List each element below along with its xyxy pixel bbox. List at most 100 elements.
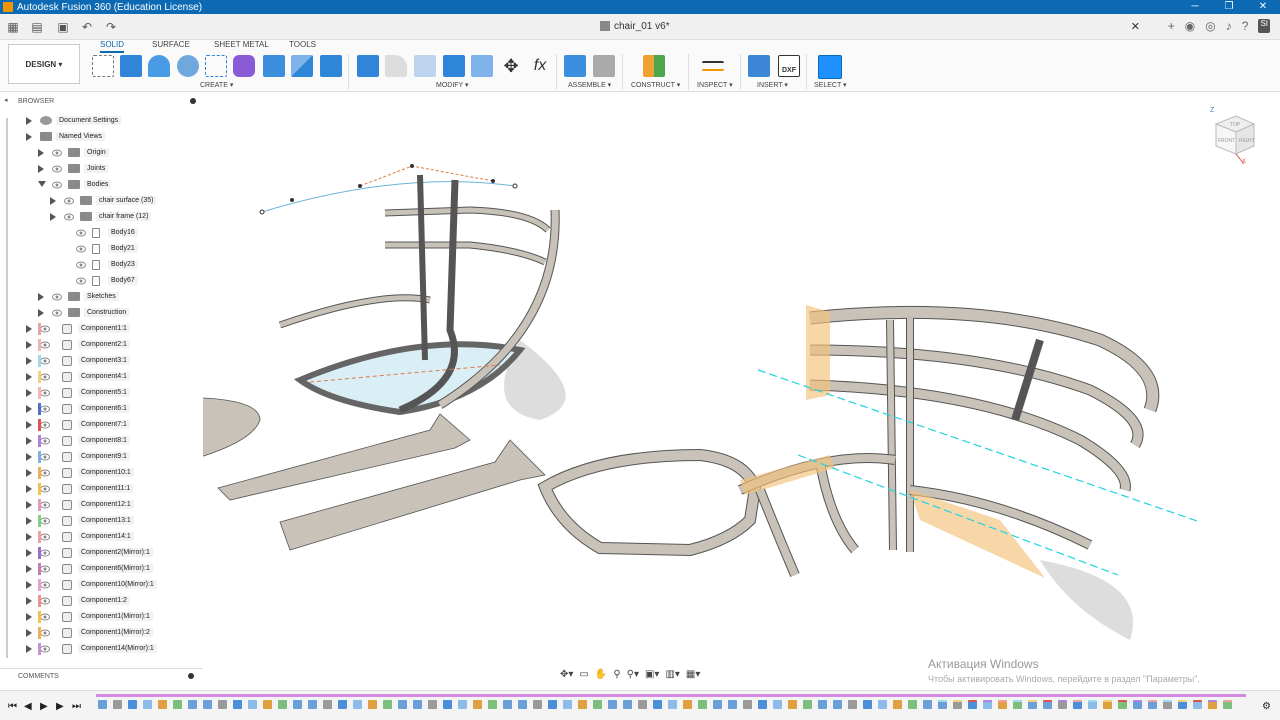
browser-item[interactable]: Named Views [0,130,200,144]
browser-item[interactable]: Construction [0,306,200,320]
notifications-icon[interactable]: ♪ [1226,19,1232,33]
visibility-eye-icon[interactable] [64,212,74,221]
visibility-eye-icon[interactable] [40,324,50,333]
timeline-feature[interactable] [1028,700,1037,709]
timeline-track[interactable] [96,694,1246,697]
group-construct[interactable]: CONSTRUCT ▾ [631,81,680,89]
timeline-feature[interactable] [593,700,602,709]
new-tab-icon[interactable]: + [1168,19,1175,33]
timeline-feature[interactable] [128,700,137,709]
timeline-feature[interactable] [923,700,932,709]
browser-item[interactable]: Sketches [0,290,200,304]
timeline-feature[interactable] [653,700,662,709]
expand-icon[interactable] [26,533,32,541]
browser-item[interactable]: Component14:1 [0,530,200,544]
timeline-feature[interactable] [878,700,887,709]
play-icon[interactable]: ▶ [40,701,48,712]
insert-dxf-icon[interactable]: DXF [778,55,800,77]
model-canvas[interactable] [119,94,1280,689]
timeline-feature[interactable] [863,700,872,709]
go-to-end-icon[interactable]: ⏭ [72,701,81,712]
timeline-feature[interactable] [908,700,917,709]
visibility-eye-icon[interactable] [40,580,50,589]
comments-add-icon[interactable] [188,673,194,679]
timeline-feature[interactable] [893,700,902,709]
timeline-feature[interactable] [833,700,842,709]
timeline-feature[interactable] [188,700,197,709]
timeline-feature[interactable] [1043,700,1052,709]
timeline-feature[interactable] [338,700,347,709]
expand-icon[interactable] [26,565,32,573]
grid-settings-icon[interactable]: ▥▾ [665,669,679,683]
file-icon[interactable]: ▤ [30,20,44,34]
expand-icon[interactable] [26,437,32,445]
timeline-feature[interactable] [998,700,1007,709]
browser-item[interactable]: chair frame (12) [0,210,200,224]
browser-item[interactable]: Component4:1 [0,370,200,384]
joint-icon[interactable] [593,55,615,77]
timeline-feature[interactable] [563,700,572,709]
tab-surface[interactable]: SURFACE [152,40,190,49]
timeline-feature[interactable] [278,700,287,709]
browser-item[interactable]: Component3:1 [0,354,200,368]
expand-icon[interactable] [38,165,44,173]
expand-icon[interactable] [26,133,32,141]
visibility-eye-icon[interactable] [40,644,50,653]
expand-icon[interactable] [26,517,32,525]
expand-icon[interactable] [38,149,44,157]
extensions-icon[interactable]: ◉ [1185,19,1195,33]
undo-icon[interactable]: ↶ [80,20,94,34]
visibility-eye-icon[interactable] [40,388,50,397]
parameters-icon[interactable]: fx [529,55,551,77]
browser-item[interactable]: Component9:1 [0,450,200,464]
tab-sheet-metal[interactable]: SHEET METAL [214,40,269,49]
timeline-feature[interactable] [758,700,767,709]
sketch-control-polygon[interactable] [359,165,494,187]
visibility-eye-icon[interactable] [40,404,50,413]
browser-item[interactable]: Component6(Mirror):1 [0,562,200,576]
timeline-feature[interactable] [383,700,392,709]
timeline-feature[interactable] [488,700,497,709]
browser-item[interactable]: Component11:1 [0,482,200,496]
visibility-eye-icon[interactable] [40,548,50,557]
timeline-feature[interactable] [578,700,587,709]
browser-item[interactable]: Body21 [0,242,200,256]
visibility-eye-icon[interactable] [40,516,50,525]
expand-icon[interactable] [38,293,44,301]
expand-icon[interactable] [26,613,32,621]
form-icon[interactable] [233,55,255,77]
expand-icon[interactable] [26,373,32,381]
box-icon[interactable] [320,55,342,77]
timeline-feature[interactable] [518,700,527,709]
viewports-icon[interactable]: ▦▾ [686,669,700,683]
timeline-feature[interactable] [143,700,152,709]
timeline-feature[interactable] [1088,700,1097,709]
timeline-feature[interactable] [1223,700,1232,709]
timeline-feature[interactable] [533,700,542,709]
expand-icon[interactable] [50,197,56,205]
measure-icon[interactable] [702,61,724,71]
revolve-icon[interactable] [148,55,170,77]
step-back-icon[interactable]: ◀ [24,701,32,712]
expand-icon[interactable] [26,389,32,397]
minimize-button[interactable]: ─ [1178,0,1212,14]
visibility-eye-icon[interactable] [40,484,50,493]
canvas-viewport[interactable] [119,94,1280,689]
browser-item[interactable]: Body67 [0,274,200,288]
expand-icon[interactable] [26,357,32,365]
timeline-feature[interactable] [218,700,227,709]
look-at-icon[interactable]: ▭ [579,669,588,683]
expand-icon[interactable] [26,581,32,589]
timeline-feature[interactable] [698,700,707,709]
construction-axis[interactable] [797,454,1119,576]
combine-bodies-icon[interactable] [443,55,465,77]
close-tab-icon[interactable]: ✕ [1131,20,1140,33]
expand-icon[interactable] [26,501,32,509]
pattern-icon[interactable] [205,55,227,77]
timeline-feature[interactable] [233,700,242,709]
visibility-eye-icon[interactable] [76,276,86,285]
browser-item[interactable]: Component6:1 [0,402,200,416]
timeline-feature[interactable] [308,700,317,709]
expand-icon[interactable] [50,213,56,221]
timeline-feature[interactable] [458,700,467,709]
